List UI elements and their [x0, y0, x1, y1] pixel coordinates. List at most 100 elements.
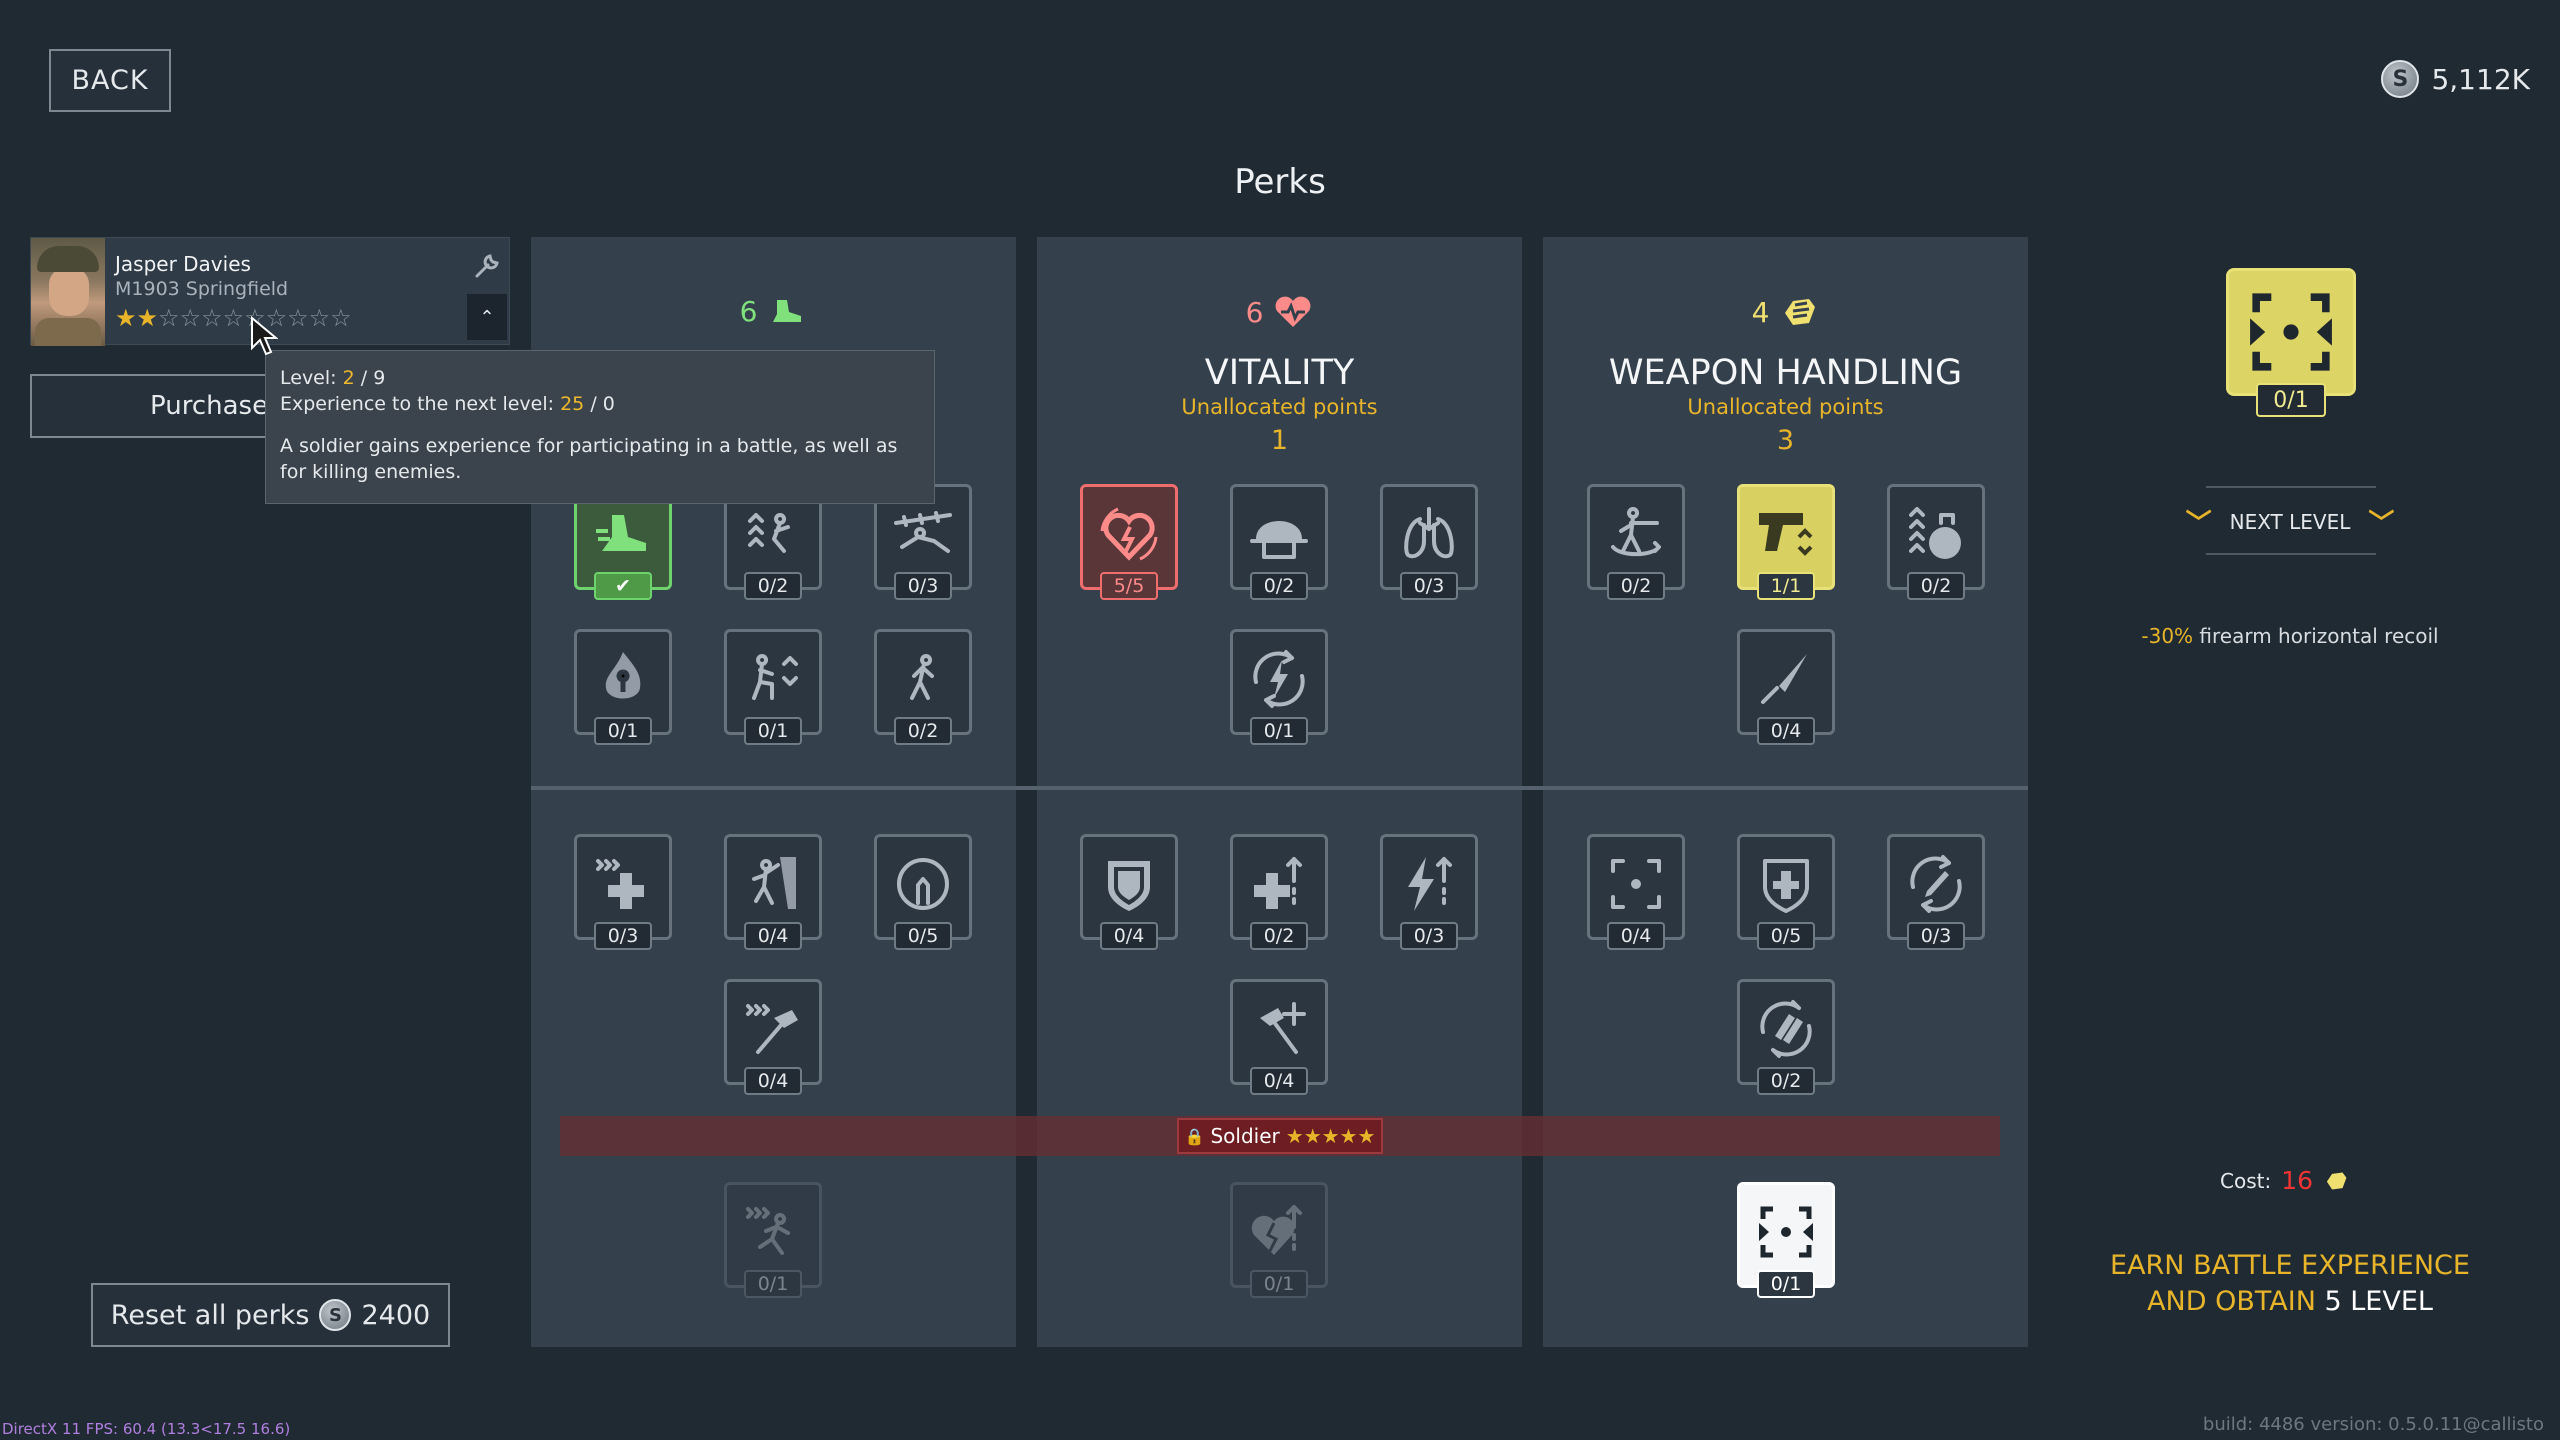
- perk-count: 0/1: [1250, 1270, 1308, 1298]
- vitality-unallocated: 1: [1270, 425, 1289, 456]
- perk-count: 0/4: [744, 1067, 802, 1095]
- perk-description: -30% firearm horizontal recoil: [2100, 624, 2480, 648]
- soldier-portrait: [31, 238, 105, 346]
- perk-vitality-armor[interactable]: 0/4: [1080, 834, 1178, 950]
- perk-vitality-regen[interactable]: 5/5: [1080, 484, 1178, 600]
- perk-vitality-stamina-regen[interactable]: 0/1: [1230, 629, 1328, 745]
- perk-vitality-max-stamina[interactable]: 0/3: [1380, 834, 1478, 950]
- walking-icon: [910, 654, 934, 700]
- mobility-points: 6: [531, 295, 1016, 328]
- selected-perk-icon: [2226, 268, 2356, 396]
- weapon-handling-unallocated: 3: [1776, 425, 1795, 456]
- perk-mobility-build-speed[interactable]: 0/4: [724, 979, 822, 1095]
- perk-weapon-shield[interactable]: 0/5: [1737, 834, 1835, 950]
- earn-line2b: 5 LEVEL: [2324, 1286, 2433, 1317]
- perk-count: 0/4: [1100, 922, 1158, 950]
- perk-count: 0/2: [744, 572, 802, 600]
- perk-weapon-locked-recoil[interactable]: 0/1: [1737, 1182, 1835, 1298]
- crosshair-icon: [2250, 293, 2332, 371]
- perk-weapon-reload[interactable]: 0/3: [1887, 834, 1985, 950]
- next-level-label: ﹀ NEXT LEVEL ﹀: [2170, 503, 2410, 540]
- soldier-level-stars[interactable]: ★★☆☆☆☆☆☆☆☆☆: [115, 304, 352, 332]
- tooltip-exp-current: 25: [560, 393, 585, 415]
- perk-weapon-aim-move[interactable]: 0/2: [1587, 484, 1685, 600]
- perk-count: 0/1: [1250, 717, 1308, 745]
- perk-mobility-walk[interactable]: 0/2: [874, 629, 972, 745]
- hammer-icon: [746, 1004, 798, 1054]
- fire-icon: [605, 652, 641, 699]
- perk-count: 0/2: [1907, 572, 1965, 600]
- perk-count: 0/1: [594, 717, 652, 745]
- build-info: build: 4486 version: 0.5.0.11@callisto: [2202, 1414, 2544, 1435]
- perk-mobility-locked-sprint[interactable]: 0/1: [724, 1182, 822, 1298]
- reset-cost: 2400: [361, 1299, 431, 1331]
- perk-count: 0/1: [1757, 1270, 1815, 1298]
- stamina-gauge-icon: [897, 858, 949, 910]
- perk-count: 0/5: [1757, 922, 1815, 950]
- climbing-icon: [752, 857, 796, 909]
- tooltip-level-line: Level: 2 / 9: [280, 365, 920, 391]
- heart-icon: [1275, 296, 1311, 327]
- perk-count: 0/2: [1757, 1067, 1815, 1095]
- tooltip-level-label: Level:: [280, 367, 337, 389]
- tooltip-level-max: 9: [373, 367, 386, 389]
- perk-count: 0/1: [744, 1270, 802, 1298]
- chevron-up-icon[interactable]: ⌃: [467, 294, 507, 340]
- perk-vitality-max-health[interactable]: 0/2: [1230, 834, 1328, 950]
- chevron-down-icon: ﹀: [2185, 509, 2212, 539]
- perk-count: 1/1: [1757, 572, 1815, 600]
- perk-mobility-crouch[interactable]: 0/1: [724, 629, 822, 745]
- reset-label: Reset all perks: [110, 1299, 310, 1331]
- reload-icon: [1910, 855, 1962, 913]
- reset-perks-button[interactable]: Reset all perks S 2400: [91, 1283, 450, 1347]
- perk-count: 0/2: [1250, 572, 1308, 600]
- fist-icon: [1785, 299, 1816, 325]
- perk-vitality-lungs[interactable]: 0/3: [1380, 484, 1478, 600]
- perk-count: 5/5: [1100, 572, 1158, 600]
- perk-count: 0/3: [1400, 922, 1458, 950]
- medical-cross-icon: [596, 859, 644, 909]
- perk-count: 0/3: [1907, 922, 1965, 950]
- perk-weapon-ammo[interactable]: 0/2: [1737, 979, 1835, 1095]
- perk-count: 0/4: [1607, 922, 1665, 950]
- back-button[interactable]: BACK: [49, 49, 171, 112]
- perk-count: 0/2: [1607, 572, 1665, 600]
- earn-line1: EARN BATTLE EXPERIENCE: [2110, 1250, 2470, 1281]
- perk-mobility-fire[interactable]: 0/1: [574, 629, 672, 745]
- perk-desc-value: -30%: [2141, 624, 2194, 648]
- perk-weapon-pistol[interactable]: 1/1: [1737, 484, 1835, 600]
- wrench-icon[interactable]: [471, 250, 503, 282]
- lightning-up-icon: [1408, 857, 1452, 911]
- ammo-reload-icon: [1760, 1000, 1812, 1058]
- perk-count: 0/5: [894, 922, 952, 950]
- tooltip-exp-max: 0: [602, 393, 615, 415]
- barbed-wire-icon: [894, 511, 952, 553]
- cost-value: 16: [2281, 1166, 2314, 1195]
- lungs-icon: [1404, 507, 1454, 559]
- perk-mobility-climb-wall[interactable]: 0/4: [724, 834, 822, 950]
- perk-count: 0/1: [744, 717, 802, 745]
- tooltip-exp-label: Experience to the next level:: [280, 393, 555, 415]
- perk-weapon-grenades[interactable]: 0/2: [1887, 484, 1985, 600]
- chevron-down-icon: ﹀: [2368, 509, 2395, 539]
- perk-vitality-repair[interactable]: 0/4: [1230, 979, 1328, 1095]
- page-title: Perks: [1234, 162, 1326, 202]
- shield-icon: [1108, 861, 1150, 911]
- perk-count: 0/4: [1250, 1067, 1308, 1095]
- perk-weapon-melee[interactable]: 0/4: [1737, 629, 1835, 745]
- boot-icon: [596, 515, 646, 551]
- locked-tier-badge: 🔒 Soldier ★★★★★: [1177, 1118, 1383, 1154]
- soldier-weapon: M1903 Springfield: [115, 278, 289, 300]
- tooltip-level-sep: /: [354, 367, 374, 389]
- fps-counter: DirectX 11 FPS: 60.4 (13.3<17.5 16.6): [2, 1420, 291, 1438]
- unlock-requirement: EARN BATTLE EXPERIENCE AND OBTAIN 5 LEVE…: [2080, 1248, 2500, 1320]
- cost-label: Cost:: [2220, 1168, 2272, 1193]
- perk-mobility-stamina[interactable]: 0/5: [874, 834, 972, 950]
- perk-weapon-recoil[interactable]: 0/4: [1587, 834, 1685, 950]
- perk-mobility-heal-speed[interactable]: 0/3: [574, 834, 672, 950]
- perk-vitality-helmet[interactable]: 0/2: [1230, 484, 1328, 600]
- vitality-column: 6 VITALITY Unallocated points 1: [1037, 237, 1522, 1347]
- soldier-name: Jasper Davies: [115, 252, 251, 276]
- perk-vitality-locked-heart[interactable]: 0/1: [1230, 1182, 1328, 1298]
- silver-coin-icon: S: [2381, 60, 2420, 98]
